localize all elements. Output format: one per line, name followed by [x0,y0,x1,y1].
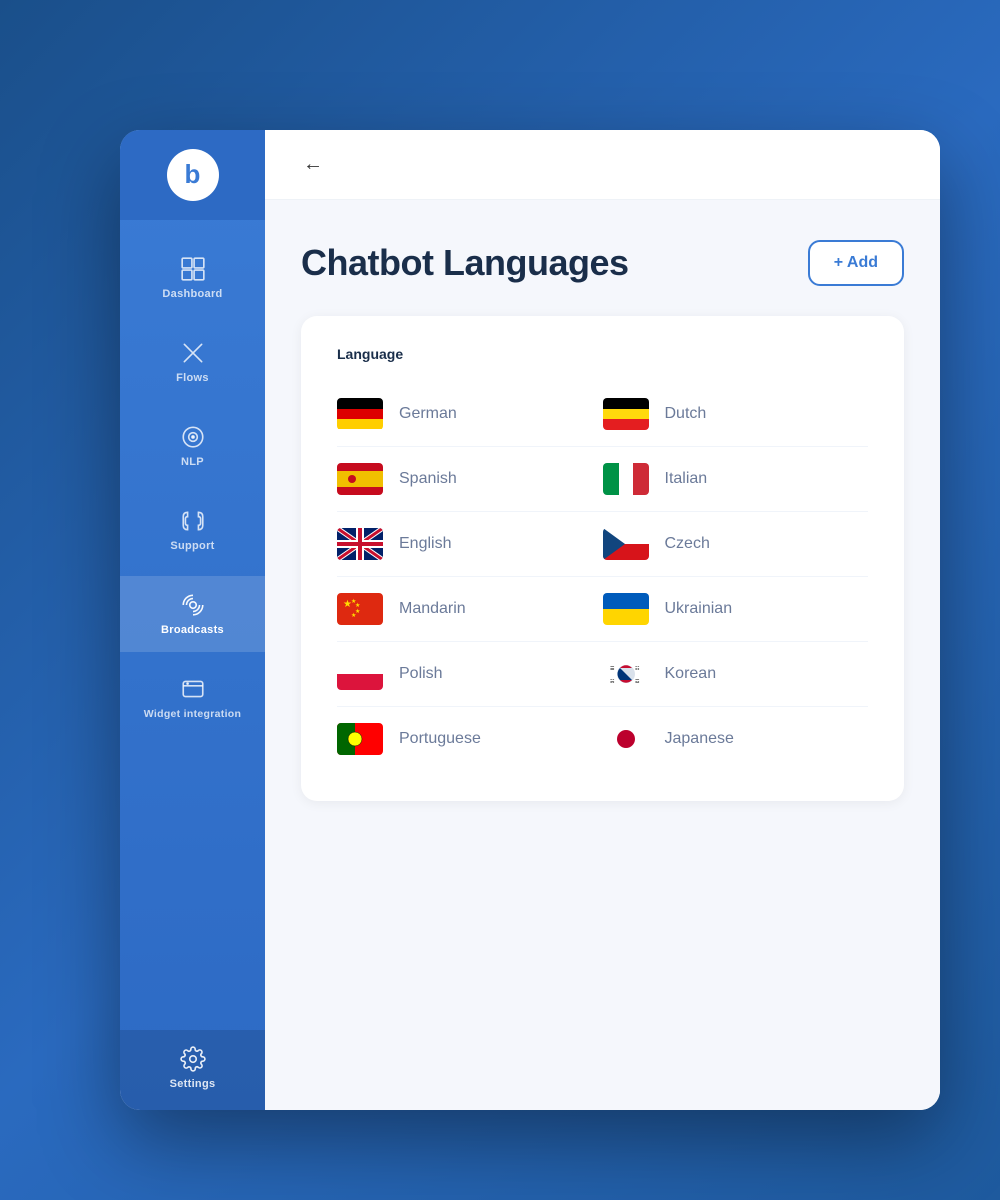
logo-letter: b [185,161,201,187]
flag-dutch [603,398,649,430]
flows-label: Flows [176,372,209,384]
language-name-spanish: Spanish [399,470,457,488]
sidebar: b Dashboard Flows [120,130,265,1110]
language-row-german: German [337,382,603,447]
nlp-label: NLP [181,456,204,468]
sidebar-item-nlp[interactable]: NLP [120,408,265,484]
page-header: Chatbot Languages + Add [301,240,904,286]
widget-label: Widget integration [144,708,241,720]
languages-card: Language [301,316,904,801]
language-name-polish: Polish [399,665,443,683]
back-button[interactable]: ← [295,147,331,183]
language-name-korean: Korean [665,665,717,683]
svg-text:★: ★ [355,602,360,609]
language-name-dutch: Dutch [665,405,707,423]
dashboard-icon [180,256,206,282]
svg-text:☲: ☲ [635,679,640,685]
language-row-spanish: Spanish [337,447,603,512]
flag-mandarin: ★ ★ ★ ★ ★ [337,593,383,625]
svg-text:☰: ☰ [610,666,615,672]
sidebar-item-flows[interactable]: Flows [120,324,265,400]
flag-ukrainian [603,593,649,625]
broadcasts-label: Broadcasts [161,624,224,636]
left-column: German Spanish [337,382,603,771]
support-label: Support [170,540,214,552]
dashboard-label: Dashboard [162,288,222,300]
language-row-italian: Italian [603,447,869,512]
language-name-ukrainian: Ukrainian [665,600,733,618]
main-content: ← Chatbot Languages + Add Language [265,130,940,1110]
column-header: Language [337,346,868,362]
app-window: b Dashboard Flows [120,130,940,1110]
svg-text:★: ★ [351,612,356,619]
add-language-button[interactable]: + Add [808,240,904,286]
language-name-japanese: Japanese [665,730,734,748]
flows-icon [180,340,206,366]
broadcasts-icon [180,592,206,618]
language-row-czech: Czech [603,512,869,577]
sidebar-item-widget-integration[interactable]: Widget integration [120,660,265,736]
language-row-ukrainian: Ukrainian [603,577,869,642]
settings-label: Settings [170,1078,216,1090]
language-row-portuguese: Portuguese [337,707,603,771]
logo-circle: b [167,149,219,201]
outer-background: b Dashboard Flows [0,0,1000,1200]
language-row-japanese: Japanese [603,707,869,771]
flag-japanese [603,723,649,755]
language-name-english: English [399,535,451,553]
flag-korean: ☰ ☷ ☵ ☲ [603,658,649,690]
content-area: Chatbot Languages + Add Language [265,200,940,1110]
flag-portuguese [337,723,383,755]
nlp-icon [180,424,206,450]
flag-german [337,398,383,430]
sidebar-item-settings[interactable]: Settings [120,1030,265,1110]
language-name-mandarin: Mandarin [399,600,466,618]
top-bar: ← [265,130,940,200]
svg-text:☷: ☷ [635,666,640,672]
language-name-czech: Czech [665,535,710,553]
flag-spanish [337,463,383,495]
language-row-english: English [337,512,603,577]
svg-text:☵: ☵ [610,679,615,685]
sidebar-item-support[interactable]: Support [120,492,265,568]
language-row-mandarin: ★ ★ ★ ★ ★ Mandarin [337,577,603,642]
language-name-italian: Italian [665,470,708,488]
flag-czech [603,528,649,560]
flag-english [337,528,383,560]
languages-grid: German Spanish [337,382,868,771]
sidebar-item-broadcasts[interactable]: Broadcasts [120,576,265,652]
language-row-polish: Polish [337,642,603,707]
language-name-german: German [399,405,457,423]
flag-polish [337,658,383,690]
language-row-korean: ☰ ☷ ☵ ☲ Korean [603,642,869,707]
sidebar-logo: b [120,130,265,220]
right-column: Dutch Italian [603,382,869,771]
page-title: Chatbot Languages [301,242,629,284]
support-icon [180,508,206,534]
language-name-portuguese: Portuguese [399,730,481,748]
sidebar-item-dashboard[interactable]: Dashboard [120,240,265,316]
flag-italian [603,463,649,495]
language-row-dutch: Dutch [603,382,869,447]
sidebar-nav: Dashboard Flows NLP [120,220,265,736]
widget-icon [180,676,206,702]
settings-icon [180,1046,206,1072]
